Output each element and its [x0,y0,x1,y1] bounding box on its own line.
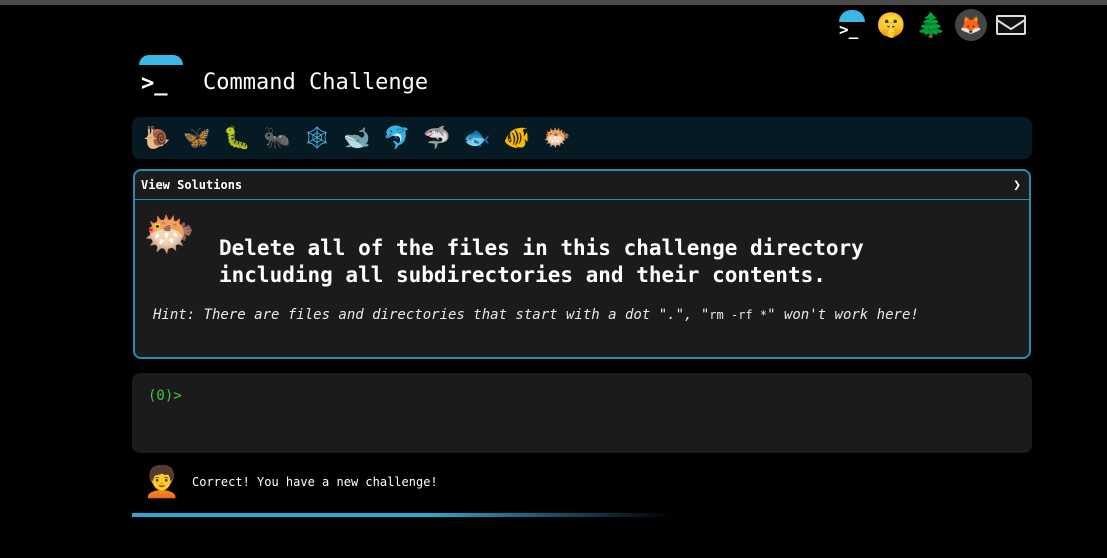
tropical-fish-icon[interactable]: 🐠 [500,123,534,153]
snail-icon[interactable]: 🐌 [140,123,174,153]
challenge-panel: View Solutions ❯ 🐡 Delete all of the fil… [133,169,1031,359]
blowfish-icon[interactable]: 🐡 [540,123,574,153]
view-solutions-label: View Solutions [141,178,243,192]
blowfish-icon: 🐡 [143,209,196,258]
status-message: 🧑‍🦱 Correct! You have a new challenge! [143,462,438,502]
status-text: Correct! You have a new challenge! [192,475,438,489]
challenge-line-2: including all subdirectories and their c… [219,263,826,287]
progress-emoji-bar: 🐌 🦋 🐛 🐜 🕸 🐋 🐬 🦈 🐟 🐠 🐡 [132,117,1032,159]
hint-text: Hint: There are files and directories th… [153,307,919,323]
ant-icon[interactable]: 🐜 [260,123,294,153]
caterpillar-icon[interactable]: 🐛 [220,123,254,153]
shushing-face-icon[interactable]: 🤫 [875,9,907,41]
dolphin-icon[interactable]: 🐬 [380,123,414,153]
challenge-description: Delete all of the files in this challeng… [219,235,999,289]
terminal-prompt: (0)> [148,388,182,404]
hint-code: rm -rf * [709,308,768,322]
page-title: Command Challenge [203,70,429,95]
gitlab-icon[interactable]: 🦊 [955,9,987,41]
challenge-line-1: Delete all of the files in this challeng… [219,236,864,260]
evergreen-tree-icon[interactable]: 🌲 [915,9,947,41]
terminal-logo-icon: >_ [139,55,185,101]
spider-web-icon[interactable]: 🕸 [300,123,334,153]
shark-icon[interactable]: 🦈 [420,123,454,153]
progress-bar [132,513,672,517]
butterfly-icon[interactable]: 🦋 [180,123,214,153]
browser-top-bar [0,0,1107,5]
terminal-area[interactable]: (0)> [132,373,1032,453]
whale-icon[interactable]: 🐋 [340,123,374,153]
person-avatar-icon: 🧑‍🦱 [143,464,181,500]
view-solutions-toggle[interactable]: View Solutions ❯ [135,171,1029,200]
top-icon-bar: >_ 🤫 🌲 🦊 [835,9,1027,41]
terminal-logo-icon[interactable]: >_ [835,9,867,41]
chevron-right-icon: ❯ [1013,177,1021,193]
fish-icon[interactable]: 🐟 [460,123,494,153]
envelope-icon[interactable] [995,9,1027,41]
command-input[interactable] [185,388,886,404]
